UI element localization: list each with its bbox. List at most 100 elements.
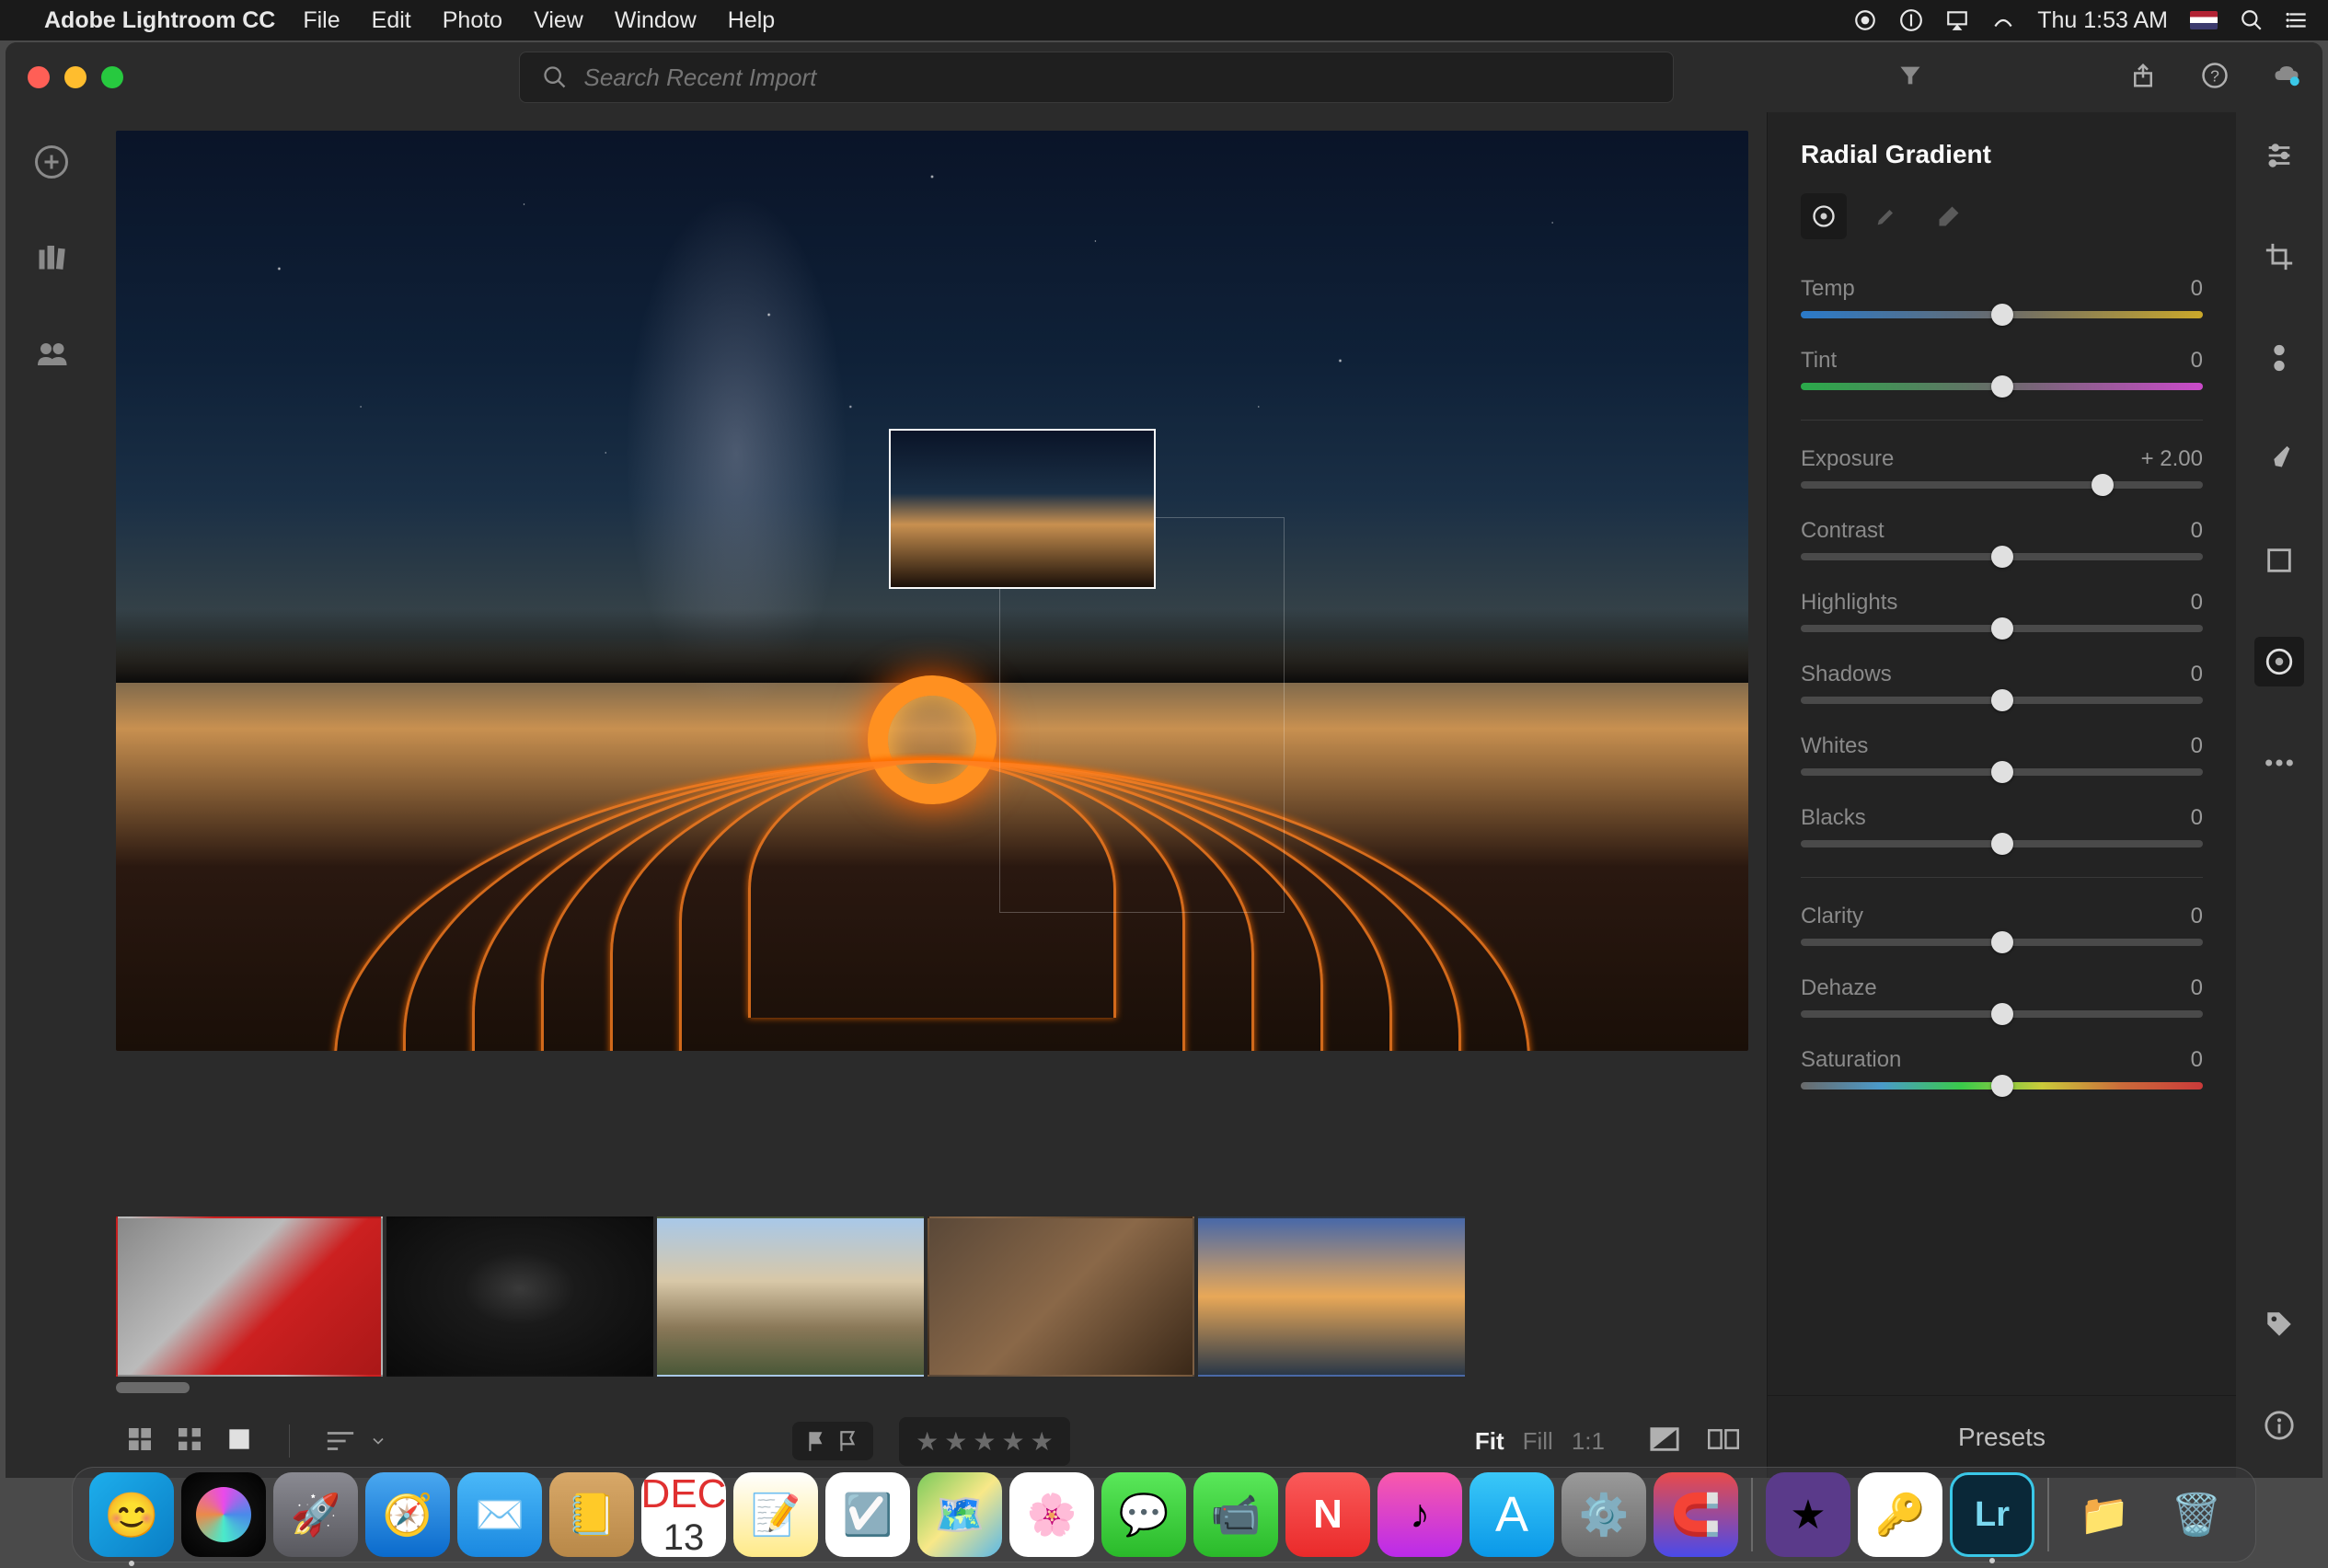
dock-news[interactable]: N [1285, 1472, 1370, 1557]
dock-preferences[interactable]: ⚙️ [1562, 1472, 1646, 1557]
slider-knob[interactable] [1991, 1075, 2013, 1097]
info-icon[interactable] [1899, 8, 1923, 32]
presets-button[interactable]: Presets [1768, 1395, 2236, 1478]
my-photos-icon[interactable] [35, 240, 68, 278]
dock-downloads[interactable]: 📁 [2062, 1472, 2147, 1557]
notification-center-icon[interactable] [2286, 8, 2310, 32]
slider-knob[interactable] [1991, 375, 2013, 398]
search-field[interactable] [519, 52, 1674, 103]
filmstrip-scrollbar[interactable] [116, 1382, 1748, 1395]
slider-knob[interactable] [1991, 833, 2013, 855]
dock-itunes[interactable]: ♪ [1377, 1472, 1462, 1557]
grid-view-icon[interactable] [125, 1424, 155, 1458]
slider-knob[interactable] [1991, 1003, 2013, 1025]
star-rating[interactable]: ★★★★★ [899, 1417, 1070, 1466]
maximize-button[interactable] [101, 66, 123, 88]
flag-reject-icon[interactable] [836, 1429, 860, 1453]
share-icon[interactable] [2129, 62, 2157, 94]
filter-icon[interactable] [1897, 63, 1923, 93]
dock-magnet[interactable]: 🧲 [1654, 1472, 1738, 1557]
edit-sliders-icon[interactable] [2254, 131, 2304, 180]
zoom-fit[interactable]: Fit [1475, 1427, 1504, 1456]
dock-maps[interactable]: 🗺️ [917, 1472, 1002, 1557]
slider-knob[interactable] [1991, 617, 2013, 640]
slider-tint[interactable]: Tint0 [1801, 348, 2203, 390]
before-after-icon[interactable] [1649, 1425, 1680, 1458]
detail-view-icon[interactable] [225, 1424, 254, 1458]
dock-messages[interactable]: 💬 [1101, 1472, 1186, 1557]
flag-controls[interactable] [792, 1422, 873, 1460]
slider-knob[interactable] [1991, 689, 2013, 711]
slider-blacks[interactable]: Blacks0 [1801, 805, 2203, 847]
help-icon[interactable]: ? [2201, 62, 2229, 94]
radial-mode-new[interactable] [1801, 193, 1847, 239]
dock-reminders[interactable]: ☑️ [825, 1472, 910, 1557]
sharing-icon[interactable] [35, 335, 68, 373]
cloud-sync-icon[interactable] [2273, 62, 2300, 94]
slider-knob[interactable] [1991, 304, 2013, 326]
dock-finder[interactable]: 😊 [89, 1472, 174, 1557]
menubar-clock[interactable]: Thu 1:53 AM [2037, 7, 2168, 34]
airplay-icon[interactable] [1945, 8, 1969, 32]
star-5[interactable]: ★ [1031, 1426, 1054, 1457]
slider-whites[interactable]: Whites0 [1801, 733, 2203, 776]
menu-help[interactable]: Help [728, 7, 775, 33]
dock-launchpad[interactable]: 🚀 [273, 1472, 358, 1557]
slider-clarity[interactable]: Clarity0 [1801, 904, 2203, 946]
slider-temp[interactable]: Temp0 [1801, 276, 2203, 318]
dock-notes[interactable]: 📝 [733, 1472, 818, 1557]
star-2[interactable]: ★ [944, 1426, 967, 1457]
slider-knob[interactable] [2092, 474, 2114, 496]
menu-edit[interactable]: Edit [372, 7, 411, 33]
square-grid-icon[interactable] [175, 1424, 204, 1458]
star-4[interactable]: ★ [1001, 1426, 1024, 1457]
brush-icon[interactable] [2254, 434, 2304, 484]
dock-1password[interactable]: 🔑 [1858, 1472, 1942, 1557]
minimize-button[interactable] [64, 66, 86, 88]
dock-lightroom[interactable]: Lr [1950, 1472, 2034, 1557]
slider-knob[interactable] [1991, 931, 2013, 953]
show-original-icon[interactable] [1708, 1425, 1739, 1458]
close-button[interactable] [28, 66, 50, 88]
zoom-1-1[interactable]: 1:1 [1572, 1427, 1605, 1456]
main-photo[interactable] [116, 131, 1748, 1051]
slider-knob[interactable] [1991, 761, 2013, 783]
creative-cloud-icon[interactable] [1853, 8, 1877, 32]
slider-shadows[interactable]: Shadows0 [1801, 662, 2203, 704]
sort-dropdown[interactable] [325, 1429, 387, 1453]
brush-mode-add[interactable] [1863, 193, 1909, 239]
thumb-coffee[interactable] [928, 1216, 1194, 1377]
slider-dehaze[interactable]: Dehaze0 [1801, 975, 2203, 1018]
keywords-icon[interactable] [2254, 1299, 2304, 1349]
brush-mode-erase[interactable] [1926, 193, 1972, 239]
spotlight-icon[interactable] [2240, 8, 2264, 32]
dock-photos[interactable]: 🌸 [1009, 1472, 1094, 1557]
dock-contacts[interactable]: 📒 [549, 1472, 634, 1557]
dock-calendar[interactable]: DEC13 [641, 1472, 726, 1557]
app-name[interactable]: Adobe Lightroom CC [44, 7, 275, 34]
star-1[interactable]: ★ [916, 1426, 939, 1457]
thumb-car[interactable] [116, 1216, 383, 1377]
dock-safari[interactable]: 🧭 [365, 1472, 450, 1557]
radial-gradient-icon[interactable] [2254, 637, 2304, 686]
menu-window[interactable]: Window [615, 7, 697, 33]
dock-imovie[interactable]: ★ [1766, 1472, 1850, 1557]
menu-photo[interactable]: Photo [443, 7, 502, 33]
star-3[interactable]: ★ [973, 1426, 996, 1457]
zoom-fill[interactable]: Fill [1523, 1427, 1553, 1456]
menu-file[interactable]: File [303, 7, 340, 33]
dock-siri[interactable] [181, 1472, 266, 1557]
slider-saturation[interactable]: Saturation0 [1801, 1047, 2203, 1090]
add-photos-icon[interactable] [35, 145, 68, 183]
flag-pick-icon[interactable] [805, 1429, 829, 1453]
dock-appstore[interactable]: A [1469, 1472, 1554, 1557]
dock-facetime[interactable]: 📹 [1193, 1472, 1278, 1557]
bartender-icon[interactable] [1991, 8, 2015, 32]
flag-icon[interactable] [2190, 11, 2218, 29]
dock-mail[interactable]: ✉️ [457, 1472, 542, 1557]
info-panel-icon[interactable] [2254, 1401, 2304, 1450]
thumb-apple[interactable] [386, 1216, 653, 1377]
dock-trash[interactable]: 🗑️ [2154, 1472, 2239, 1557]
crop-icon[interactable] [2254, 232, 2304, 282]
menu-view[interactable]: View [534, 7, 583, 33]
